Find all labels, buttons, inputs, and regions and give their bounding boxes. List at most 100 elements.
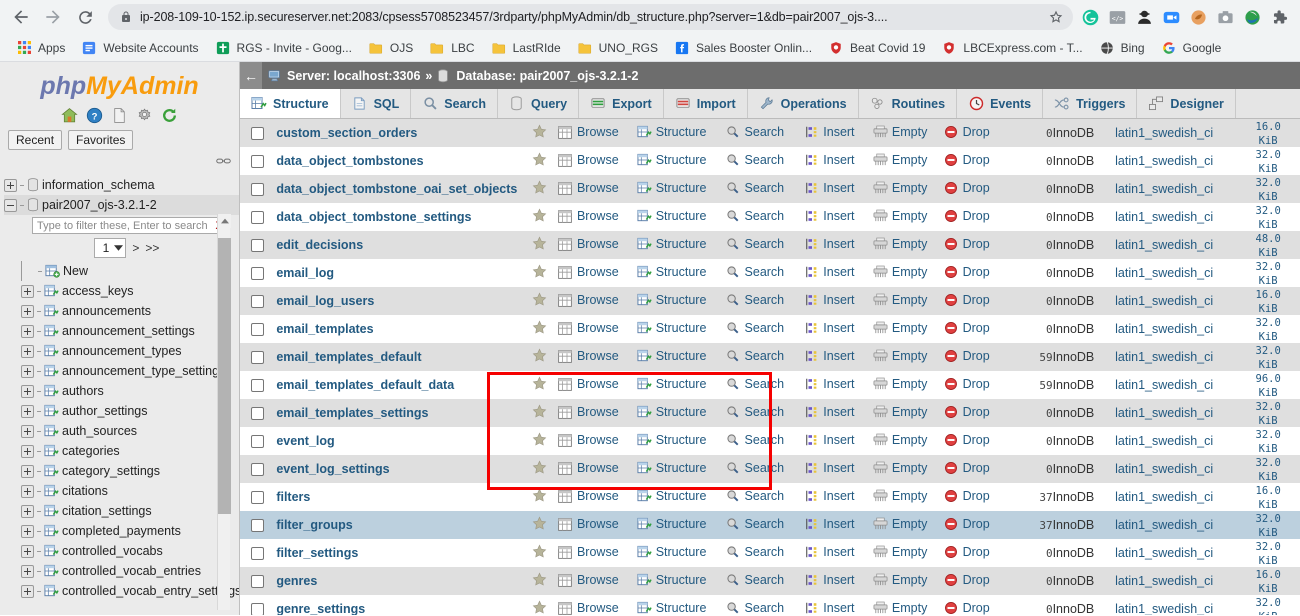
- browse-link[interactable]: Browse: [558, 573, 619, 588]
- phpmyadmin-logo[interactable]: phpMyAdmin: [0, 62, 239, 103]
- insert-link[interactable]: Insert: [804, 572, 855, 587]
- table-name-link[interactable]: email_templates_default_data: [274, 378, 454, 392]
- expand-plus-icon[interactable]: [21, 284, 34, 298]
- search-link[interactable]: Search: [726, 348, 784, 363]
- favorite-star-icon[interactable]: [532, 264, 547, 282]
- tree-table-item[interactable]: completed_payments: [4, 521, 239, 541]
- row-checkbox[interactable]: [250, 603, 264, 615]
- expand-plus-icon[interactable]: [21, 464, 34, 478]
- scrollbar-thumb[interactable]: [218, 238, 231, 514]
- empty-link[interactable]: Empty: [873, 516, 927, 531]
- browse-link[interactable]: Browse: [558, 461, 619, 476]
- table-name-link[interactable]: event_log: [274, 434, 334, 448]
- expand-plus-icon[interactable]: [21, 524, 34, 538]
- bookmark-beat-covid[interactable]: Beat Covid 19: [820, 37, 933, 59]
- search-link[interactable]: Search: [726, 404, 784, 419]
- row-checkbox[interactable]: [250, 547, 264, 561]
- code-extension-icon[interactable]: </>: [1108, 8, 1126, 26]
- empty-link[interactable]: Empty: [873, 292, 927, 307]
- collapse-minus-icon[interactable]: [4, 198, 17, 212]
- insert-link[interactable]: Insert: [804, 488, 855, 503]
- empty-link[interactable]: Empty: [873, 208, 927, 223]
- drop-link[interactable]: Drop: [944, 544, 990, 559]
- favorite-star-icon[interactable]: [532, 208, 547, 226]
- browse-link[interactable]: Browse: [558, 433, 619, 448]
- drop-link[interactable]: Drop: [944, 516, 990, 531]
- favorite-star-icon[interactable]: [532, 460, 547, 478]
- search-link[interactable]: Search: [726, 544, 784, 559]
- insert-link[interactable]: Insert: [804, 600, 855, 615]
- tab-sql[interactable]: SQL: [340, 89, 412, 118]
- docs-icon[interactable]: [111, 106, 129, 124]
- empty-link[interactable]: Empty: [873, 572, 927, 587]
- incognito-person-icon[interactable]: [1135, 8, 1153, 26]
- drop-link[interactable]: Drop: [944, 404, 990, 419]
- browse-link[interactable]: Browse: [558, 321, 619, 336]
- structure-link[interactable]: Structure: [637, 572, 706, 587]
- last-page-button[interactable]: >>: [145, 241, 159, 255]
- expand-plus-icon[interactable]: [4, 178, 17, 192]
- drop-link[interactable]: Drop: [944, 180, 990, 195]
- chain-link-icon[interactable]: [216, 153, 231, 171]
- browse-link[interactable]: Browse: [558, 237, 619, 252]
- empty-link[interactable]: Empty: [873, 124, 927, 139]
- reload-button[interactable]: [70, 2, 100, 32]
- extensions-puzzle-icon[interactable]: [1270, 8, 1288, 26]
- row-checkbox[interactable]: [250, 463, 264, 477]
- tree-table-item[interactable]: announcements: [4, 301, 239, 321]
- tree-table-item[interactable]: citation_settings: [4, 501, 239, 521]
- drop-link[interactable]: Drop: [944, 600, 990, 615]
- row-checkbox[interactable]: [250, 351, 264, 365]
- tab-events[interactable]: Events: [957, 89, 1044, 118]
- recent-button[interactable]: Recent: [8, 130, 63, 150]
- tree-table-item[interactable]: announcement_type_settings: [4, 361, 239, 381]
- tree-table-item[interactable]: category_settings: [4, 461, 239, 481]
- table-name-link[interactable]: data_object_tombstones: [274, 154, 423, 168]
- structure-link[interactable]: Structure: [637, 432, 706, 447]
- search-link[interactable]: Search: [726, 180, 784, 195]
- tab-operations[interactable]: Operations: [747, 89, 859, 118]
- expand-plus-icon[interactable]: [21, 404, 34, 418]
- table-row[interactable]: email_templates_default_data Browse Struct…: [240, 371, 1300, 399]
- drop-link[interactable]: Drop: [944, 124, 990, 139]
- browse-link[interactable]: Browse: [558, 601, 619, 615]
- bookmark-google[interactable]: Google: [1153, 37, 1230, 59]
- reload-refresh-icon[interactable]: [161, 106, 179, 124]
- structure-link[interactable]: Structure: [637, 180, 706, 195]
- tab-designer[interactable]: Designer: [1137, 89, 1236, 118]
- structure-link[interactable]: Structure: [637, 320, 706, 335]
- bookmark-lbcexpress[interactable]: LBCExpress.com - T...: [933, 37, 1090, 59]
- table-row[interactable]: edit_decisions Browse Structure Search Inser…: [240, 231, 1300, 259]
- search-link[interactable]: Search: [726, 516, 784, 531]
- bookmark-uno-rgs[interactable]: UNO_RGS: [569, 37, 666, 59]
- table-name-link[interactable]: data_object_tombstone_oai_set_objects: [274, 182, 517, 196]
- structure-link[interactable]: Structure: [637, 124, 706, 139]
- drop-link[interactable]: Drop: [944, 460, 990, 475]
- structure-link[interactable]: Structure: [637, 348, 706, 363]
- browse-link[interactable]: Browse: [558, 265, 619, 280]
- row-checkbox[interactable]: [250, 239, 264, 253]
- row-checkbox[interactable]: [250, 435, 264, 449]
- table-row[interactable]: custom_section_orders Browse Structure Sear…: [240, 119, 1300, 147]
- insert-link[interactable]: Insert: [804, 236, 855, 251]
- sidebar-scrollbar[interactable]: [217, 214, 231, 610]
- drop-link[interactable]: Drop: [944, 348, 990, 363]
- tab-import[interactable]: Import: [663, 89, 748, 118]
- favorite-star-icon[interactable]: [532, 180, 547, 198]
- table-name-link[interactable]: data_object_tombstone_settings: [274, 210, 471, 224]
- search-link[interactable]: Search: [726, 124, 784, 139]
- expand-plus-icon[interactable]: [21, 304, 34, 318]
- table-name-link[interactable]: event_log_settings: [274, 462, 389, 476]
- browse-link[interactable]: Browse: [558, 377, 619, 392]
- drop-link[interactable]: Drop: [944, 152, 990, 167]
- next-page-button[interactable]: >: [132, 241, 139, 255]
- table-name-link[interactable]: genres: [274, 574, 317, 588]
- row-checkbox[interactable]: [250, 575, 264, 589]
- search-link[interactable]: Search: [726, 292, 784, 307]
- favorite-star-icon[interactable]: [532, 124, 547, 142]
- tree-table-item[interactable]: controlled_vocab_entry_settings: [4, 581, 239, 601]
- insert-link[interactable]: Insert: [804, 320, 855, 335]
- structure-link[interactable]: Structure: [637, 292, 706, 307]
- drop-link[interactable]: Drop: [944, 488, 990, 503]
- tree-db-pair2007[interactable]: pair2007_ojs-3.2.1-2: [4, 195, 239, 215]
